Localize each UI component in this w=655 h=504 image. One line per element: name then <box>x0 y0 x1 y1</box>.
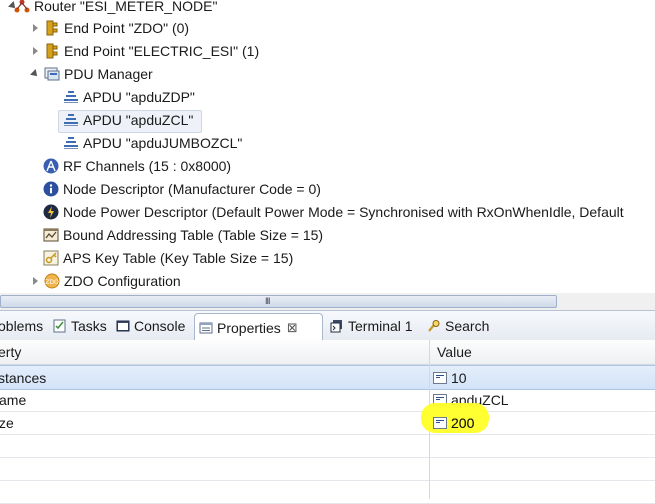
project-tree[interactable]: Router "ESI_METER_NODE" End Point "ZDO" … <box>0 0 655 293</box>
tree-item-zdo-configuration[interactable]: ZDO ZDO Configuration <box>32 270 181 292</box>
tab-label: Search <box>445 318 490 334</box>
scrollbar-grip-icon: III <box>265 296 270 306</box>
tree-item-node-descriptor[interactable]: Node Descriptor (Manufacturer Code = 0) <box>43 178 321 200</box>
column-header-property[interactable]: erty <box>0 340 429 365</box>
expand-toggle[interactable] <box>30 69 40 79</box>
tree-item-bound-addressing-table[interactable]: Bound Addressing Table (Table Size = 15) <box>43 224 323 246</box>
router-icon <box>14 0 30 14</box>
expand-toggle[interactable] <box>30 46 40 56</box>
apdu-icon <box>63 112 79 128</box>
search-icon <box>427 319 441 333</box>
tree-item-label: Node Power Descriptor (Default Power Mod… <box>63 204 624 220</box>
tree-item-apdu-zdp[interactable]: APDU "apduZDP" <box>63 86 195 108</box>
tree-item-node-power-descriptor[interactable]: Node Power Descriptor (Default Power Mod… <box>43 201 624 223</box>
tab-label: Properties <box>217 319 281 336</box>
tree-item-label: APDU "apduZCL" <box>83 112 194 128</box>
tree-item-rf-channels[interactable]: RF Channels (15 : 0x8000) <box>43 155 231 177</box>
tab-label: oblems <box>0 318 44 334</box>
tree-item-label: Node Descriptor (Manufacturer Code = 0) <box>63 181 321 197</box>
key-table-icon <box>43 250 59 266</box>
tab-label: Console <box>134 318 186 334</box>
property-name: ame <box>0 391 27 408</box>
zdo-icon: ZDO <box>44 273 60 289</box>
table-row[interactable]: ze 200 <box>0 411 655 435</box>
tree-item-label: RF Channels (15 : 0x8000) <box>63 158 232 174</box>
column-header-label: erty <box>0 344 22 360</box>
properties-table: erty Value stances 10 ame apduZCL ze 200 <box>0 340 655 504</box>
tab-label: Tasks <box>71 318 107 334</box>
view-tab-bar: oblems Tasks Console Properties ⊠ Termin… <box>0 310 655 341</box>
table-row <box>0 457 655 481</box>
pdu-manager-icon <box>44 66 60 82</box>
table-row <box>0 434 655 458</box>
tree-item-apdu-zcl[interactable]: APDU "apduZCL" <box>63 109 193 131</box>
tree-item-pdu-manager[interactable]: PDU Manager <box>30 63 153 85</box>
tree-item-label: End Point "ZDO" (0) <box>64 20 190 36</box>
apdu-icon <box>63 89 79 105</box>
tree-item-label: ZDO Configuration <box>64 273 181 289</box>
property-value-cell[interactable]: 10 <box>433 366 467 389</box>
scrollbar-thumb[interactable] <box>0 295 557 308</box>
tree-item-label: Bound Addressing Table (Table Size = 15) <box>63 227 324 243</box>
tasks-icon <box>53 319 67 333</box>
tree-item-label: APDU "apduJUMBOZCL" <box>83 135 243 151</box>
console-icon <box>116 319 130 333</box>
tree-item-router[interactable]: Router "ESI_METER_NODE" <box>8 0 218 17</box>
property-name: ze <box>0 414 14 431</box>
tree-item-label: APS Key Table (Key Table Size = 15) <box>63 250 294 266</box>
tab-search[interactable]: Search <box>427 314 489 338</box>
expand-toggle[interactable] <box>30 23 40 33</box>
tree-item-label: End Point "ELECTRIC_ESI" (1) <box>64 43 260 59</box>
tree-item-label: PDU Manager <box>64 66 153 82</box>
endpoint-icon <box>44 20 60 36</box>
tab-terminal-1[interactable]: Terminal 1 <box>330 314 413 338</box>
tree-item-endpoint-zdo[interactable]: End Point "ZDO" (0) <box>32 17 190 39</box>
value-type-icon <box>433 371 447 384</box>
power-icon <box>43 204 59 220</box>
info-icon <box>43 181 59 197</box>
apdu-icon <box>63 135 79 151</box>
tree-item-label: Router "ESI_METER_NODE" <box>34 0 218 14</box>
tab-label: Terminal 1 <box>348 318 413 334</box>
properties-icon <box>199 321 213 335</box>
svg-text:ZDO: ZDO <box>45 279 59 286</box>
terminal-icon <box>330 319 344 333</box>
property-name: stances <box>0 369 47 386</box>
tree-item-endpoint-electric-esi[interactable]: End Point "ELECTRIC_ESI" (1) <box>32 40 260 62</box>
value-type-icon <box>433 416 447 429</box>
property-value: 10 <box>451 369 467 386</box>
tree-item-apdu-jumbozcl[interactable]: APDU "apduJUMBOZCL" <box>63 132 242 154</box>
table-row <box>0 480 655 504</box>
close-icon[interactable]: ⊠ <box>287 320 298 336</box>
column-header-value[interactable]: Value <box>430 340 655 365</box>
antenna-icon <box>43 158 59 174</box>
property-value: 200 <box>451 414 475 431</box>
table-icon <box>43 227 59 243</box>
column-header-label: Value <box>437 344 472 360</box>
tree-item-aps-key-table[interactable]: APS Key Table (Key Table Size = 15) <box>43 247 293 269</box>
size-value-overlay: 200 <box>433 411 474 434</box>
tab-properties[interactable]: Properties ⊠ <box>194 313 323 341</box>
endpoint-icon <box>44 43 60 59</box>
tree-horizontal-scrollbar[interactable]: III <box>0 293 655 310</box>
table-row[interactable]: stances 10 <box>0 365 655 390</box>
tab-tasks[interactable]: Tasks <box>53 314 107 338</box>
expand-toggle[interactable] <box>30 276 40 286</box>
tab-console[interactable]: Console <box>116 314 185 338</box>
tree-item-label: APDU "apduZDP" <box>83 89 195 105</box>
table-row[interactable]: ame apduZCL <box>0 388 655 412</box>
tab-problems[interactable]: oblems <box>0 314 43 338</box>
